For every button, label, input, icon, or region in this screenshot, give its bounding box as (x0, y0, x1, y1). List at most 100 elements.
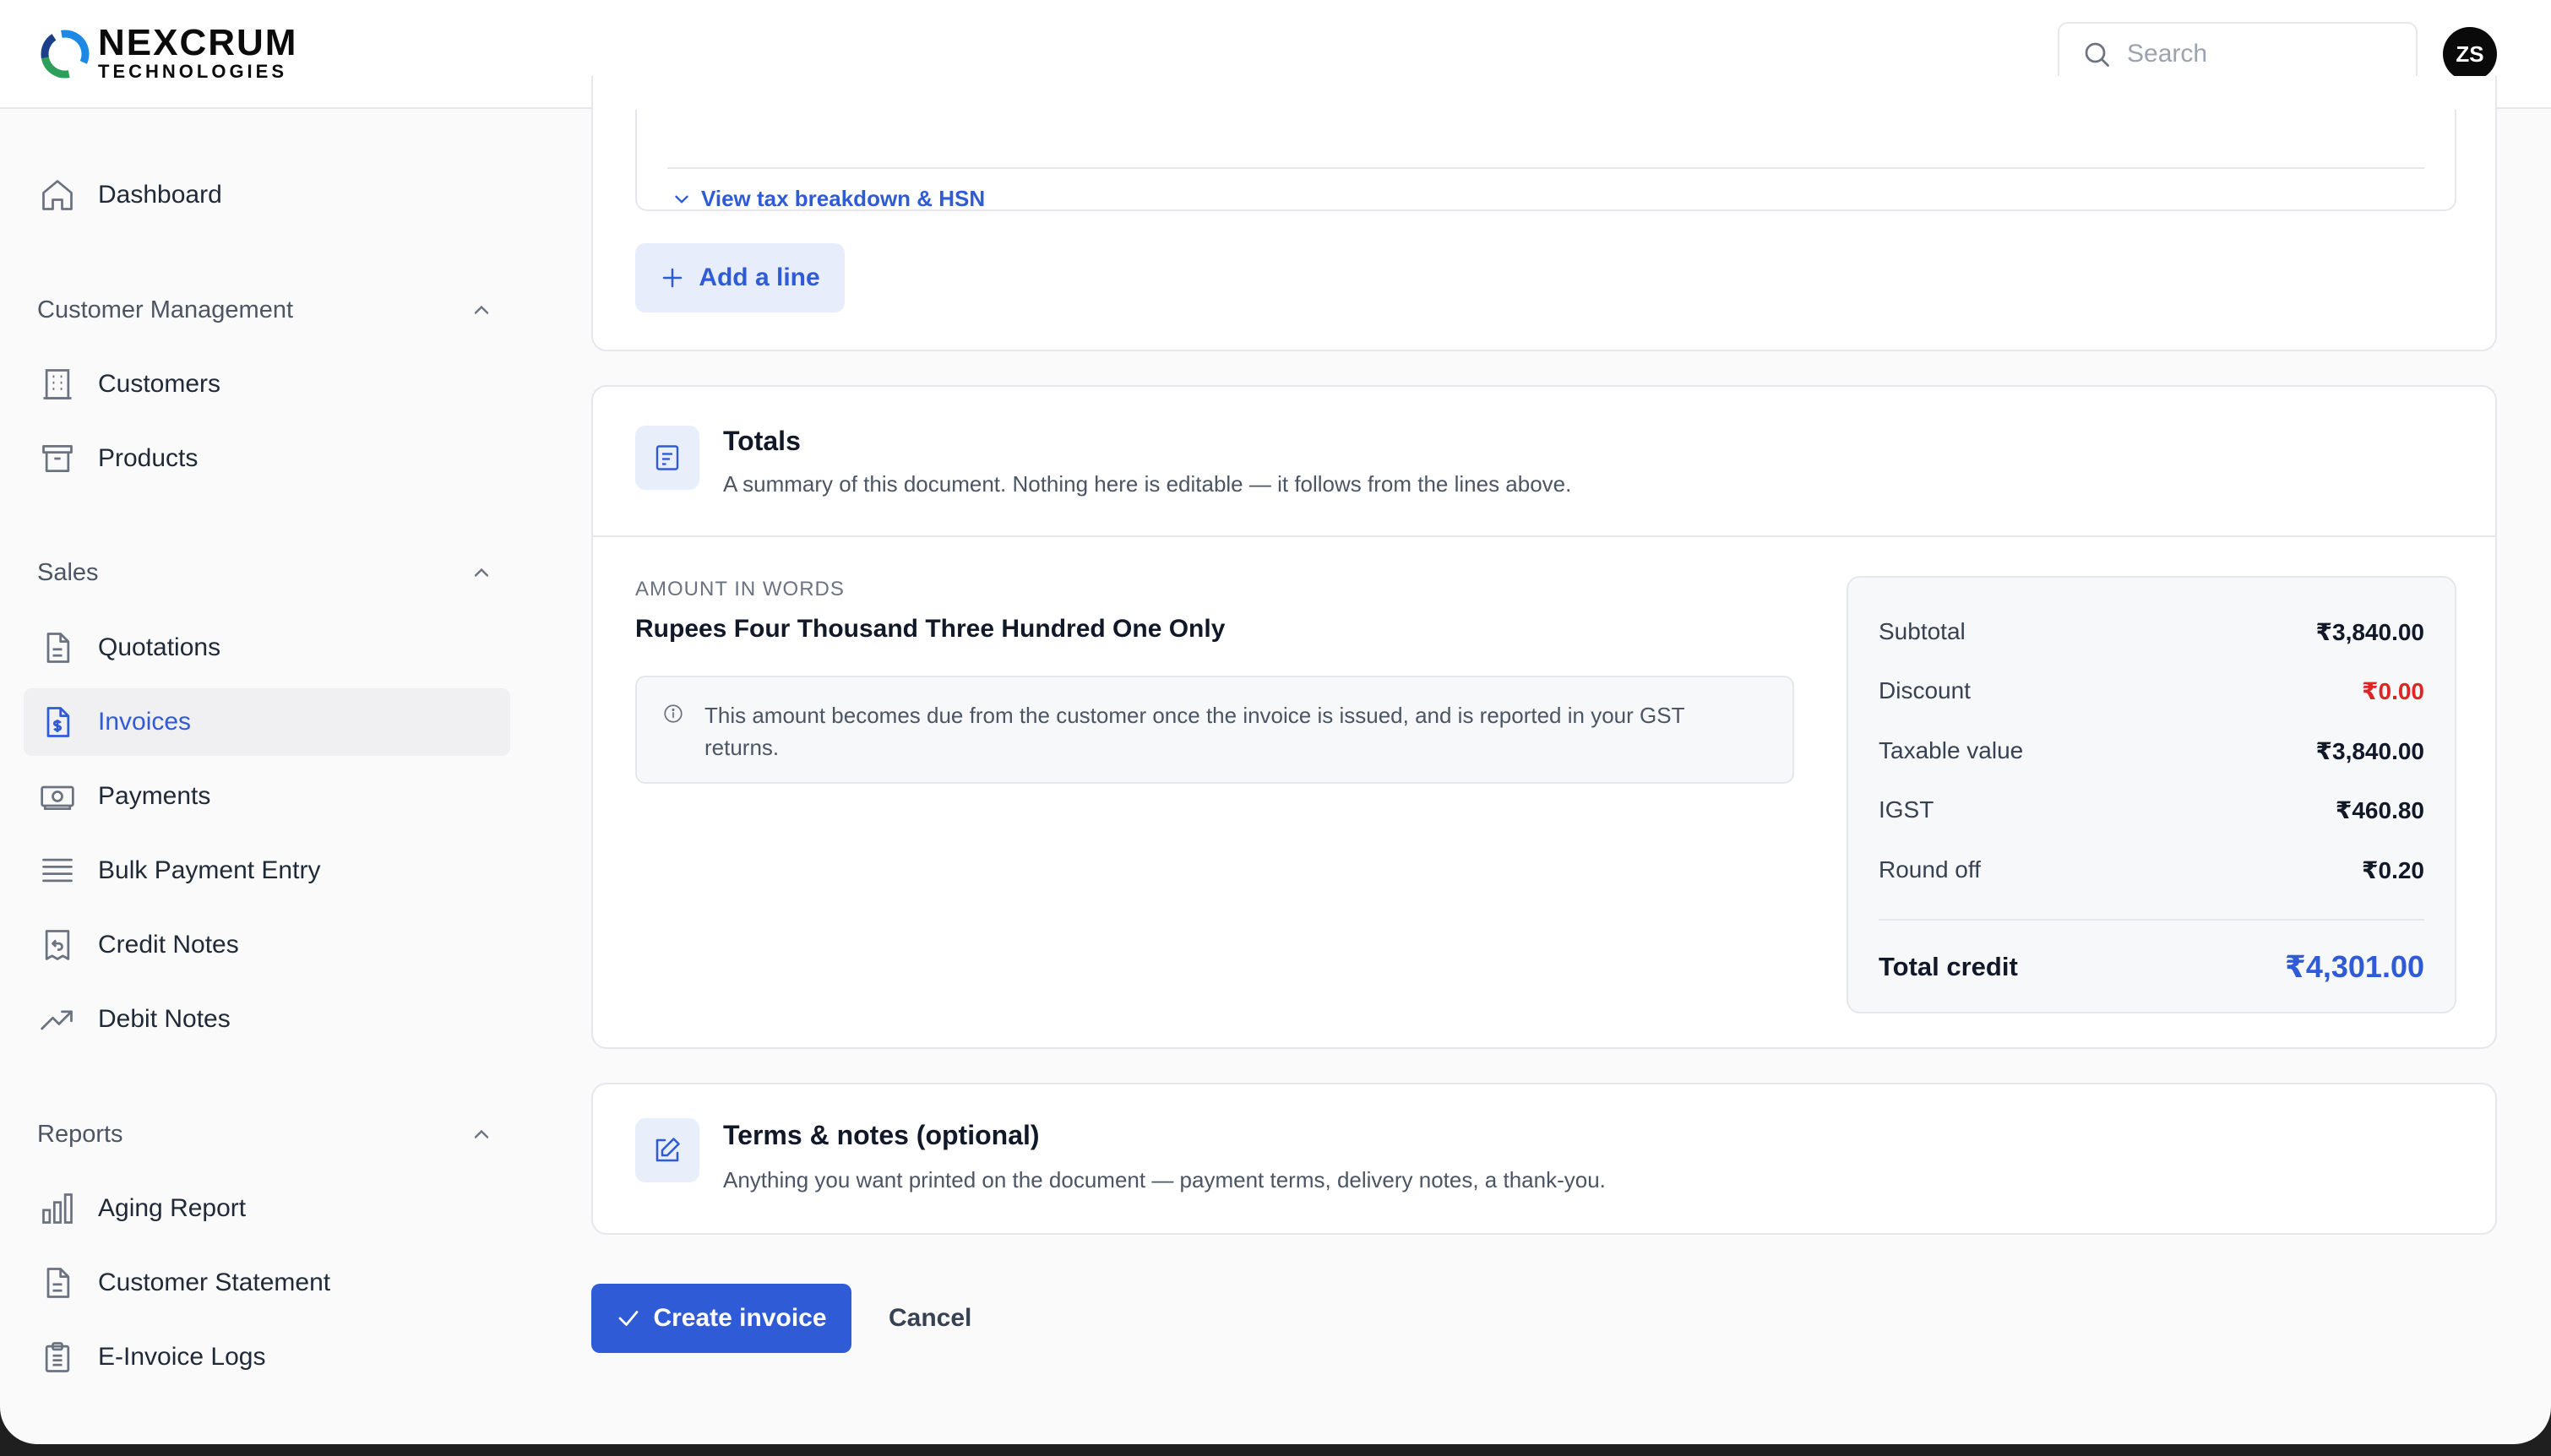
lines-card: View tax breakdown & HSN Add a line (591, 76, 2497, 351)
section-label: Reports (37, 1120, 123, 1148)
sidebar-item-payments[interactable]: Payments (24, 763, 510, 830)
section-label: Sales (37, 558, 99, 586)
terms-card[interactable]: Terms & notes (optional) Anything you wa… (591, 1083, 2497, 1235)
chevron-up-icon (474, 1129, 489, 1138)
sidebar-item-label: E-Invoice Logs (98, 1343, 266, 1371)
totals-summary: Subtotal ₹3,840.00 Discount ₹0.00 Taxabl… (1847, 576, 2456, 1013)
amount-in-words-label: AMOUNT IN WORDS (635, 578, 845, 600)
user-avatar[interactable]: ZS (2443, 27, 2497, 81)
summary-row-total-credit: Total credit ₹4,301.00 (1879, 949, 2424, 985)
receipt-icon (635, 426, 699, 490)
logo-text: NEXCRUM TECHNOLOGIES (98, 22, 298, 83)
summary-label: Round off (1879, 856, 1981, 883)
line-item-panel: View tax breakdown & HSN (635, 110, 2456, 211)
summary-value: ₹0.20 (2362, 857, 2424, 883)
banknote-icon (24, 763, 91, 830)
brand-name: NEXCRUM (98, 22, 298, 63)
trend-up-icon (24, 986, 91, 1053)
summary-label: Subtotal (1879, 618, 1966, 644)
add-line-button[interactable]: Add a line (635, 243, 845, 312)
sidebar-item-label: Debit Notes (98, 1005, 231, 1033)
sidebar-item-label: Customers (98, 370, 221, 398)
summary-row-taxable-value: Taxable value ₹3,840.00 (1879, 737, 2424, 765)
sidebar-item-label: Quotations (98, 633, 221, 661)
sidebar-item-quotations[interactable]: Quotations (24, 614, 510, 682)
totals-description: A summary of this document. Nothing here… (723, 471, 1572, 497)
view-tax-breakdown-link[interactable]: View tax breakdown & HSN (671, 186, 985, 212)
sidebar-item-invoices[interactable]: Invoices (24, 688, 510, 756)
sidebar-item-customers[interactable]: Customers (24, 350, 510, 418)
summary-row-igst: IGST ₹460.80 (1879, 796, 2424, 824)
sidebar-item-customer-statement[interactable]: Customer Statement (24, 1249, 510, 1317)
sidebar-item-label: Invoices (98, 708, 192, 736)
sidebar-item-label: Customer Statement (98, 1269, 331, 1296)
total-label: Total credit (1879, 952, 2018, 981)
total-value: ₹4,301.00 (2284, 949, 2424, 984)
chevron-up-icon (474, 568, 489, 577)
info-notice: This amount becomes due from the custome… (635, 676, 1794, 784)
terms-description: Anything you want printed on the documen… (723, 1167, 1606, 1193)
check-icon (619, 1311, 639, 1326)
summary-label: Discount (1879, 677, 1971, 704)
summary-value: ₹3,840.00 (2315, 619, 2424, 645)
sidebar-item-label: Payments (98, 782, 211, 810)
sidebar-item-products[interactable]: Products (24, 425, 510, 492)
totals-card: Totals A summary of this document. Nothi… (591, 385, 2497, 1049)
sidebar-item-label: Aging Report (98, 1194, 247, 1222)
brand-subtitle: TECHNOLOGIES (98, 61, 288, 82)
sidebar-item-debit-notes[interactable]: Debit Notes (24, 986, 510, 1053)
sidebar-item-bulk-payment-entry[interactable]: Bulk Payment Entry (24, 837, 510, 905)
clipboard-list-icon (24, 1323, 91, 1391)
summary-row-subtotal: Subtotal ₹3,840.00 (1879, 618, 2424, 646)
pencil-square-icon (635, 1118, 699, 1182)
section-label: Customer Management (37, 296, 294, 323)
amount-in-words-value: Rupees Four Thousand Three Hundred One O… (635, 615, 1226, 643)
divider (1879, 919, 2424, 921)
create-invoice-label: Create invoice (653, 1304, 827, 1332)
sidebar-item-label: Bulk Payment Entry (98, 856, 321, 884)
summary-value: ₹0.00 (2362, 678, 2424, 704)
summary-row-discount: Discount ₹0.00 (1879, 677, 2424, 705)
summary-value: ₹3,840.00 (2315, 738, 2424, 764)
building-icon (24, 350, 91, 418)
notice-text: This amount becomes due from the custome… (704, 703, 1684, 760)
sidebar-item-credit-notes[interactable]: Credit Notes (24, 911, 510, 979)
summary-label: IGST (1879, 796, 1934, 823)
archive-box-icon (24, 425, 91, 492)
brand-logo[interactable]: NEXCRUM TECHNOLOGIES (39, 24, 297, 84)
sidebar-section-customer-management[interactable]: Customer Management (37, 289, 493, 331)
sidebar: Dashboard Customer Management Customers … (0, 111, 532, 1444)
tax-link-label: View tax breakdown & HSN (701, 186, 986, 211)
cancel-button[interactable]: Cancel (889, 1284, 971, 1353)
receipt-refund-icon (24, 911, 91, 979)
create-invoice-button[interactable]: Create invoice (591, 1284, 851, 1353)
home-icon (24, 161, 91, 229)
plus-icon (663, 268, 683, 288)
sidebar-section-sales[interactable]: Sales (37, 551, 493, 594)
divider (593, 535, 2495, 537)
summary-row-round-off: Round off ₹0.20 (1879, 856, 2424, 884)
chevron-down-icon (675, 195, 688, 204)
add-line-label: Add a line (699, 263, 820, 291)
document-text-icon (24, 1249, 91, 1317)
sidebar-item-aging-report[interactable]: Aging Report (24, 1175, 510, 1242)
search-input[interactable] (2127, 40, 2397, 68)
sidebar-item-dashboard[interactable]: Dashboard (24, 161, 510, 229)
totals-title: Totals (723, 426, 801, 456)
sidebar-item-label: Products (98, 444, 199, 472)
chevron-up-icon (474, 305, 489, 314)
logo-mark-icon (41, 30, 90, 79)
search-icon (2085, 42, 2109, 67)
app-window: NEXCRUM TECHNOLOGIES ZS Dashboard Custom… (0, 0, 2551, 1444)
terms-title: Terms & notes (optional) (723, 1120, 1040, 1150)
sidebar-item-label: Dashboard (98, 181, 222, 209)
divider (667, 167, 2424, 169)
sidebar-item-einvoice-logs[interactable]: E-Invoice Logs (24, 1323, 510, 1391)
sidebar-item-label: Credit Notes (98, 931, 239, 959)
sidebar-section-reports[interactable]: Reports (37, 1113, 493, 1155)
invoice-dollar-icon (24, 688, 91, 756)
list-stack-icon (24, 837, 91, 905)
summary-value: ₹460.80 (2335, 797, 2424, 823)
bar-chart-icon (24, 1175, 91, 1242)
summary-label: Taxable value (1879, 737, 2024, 763)
